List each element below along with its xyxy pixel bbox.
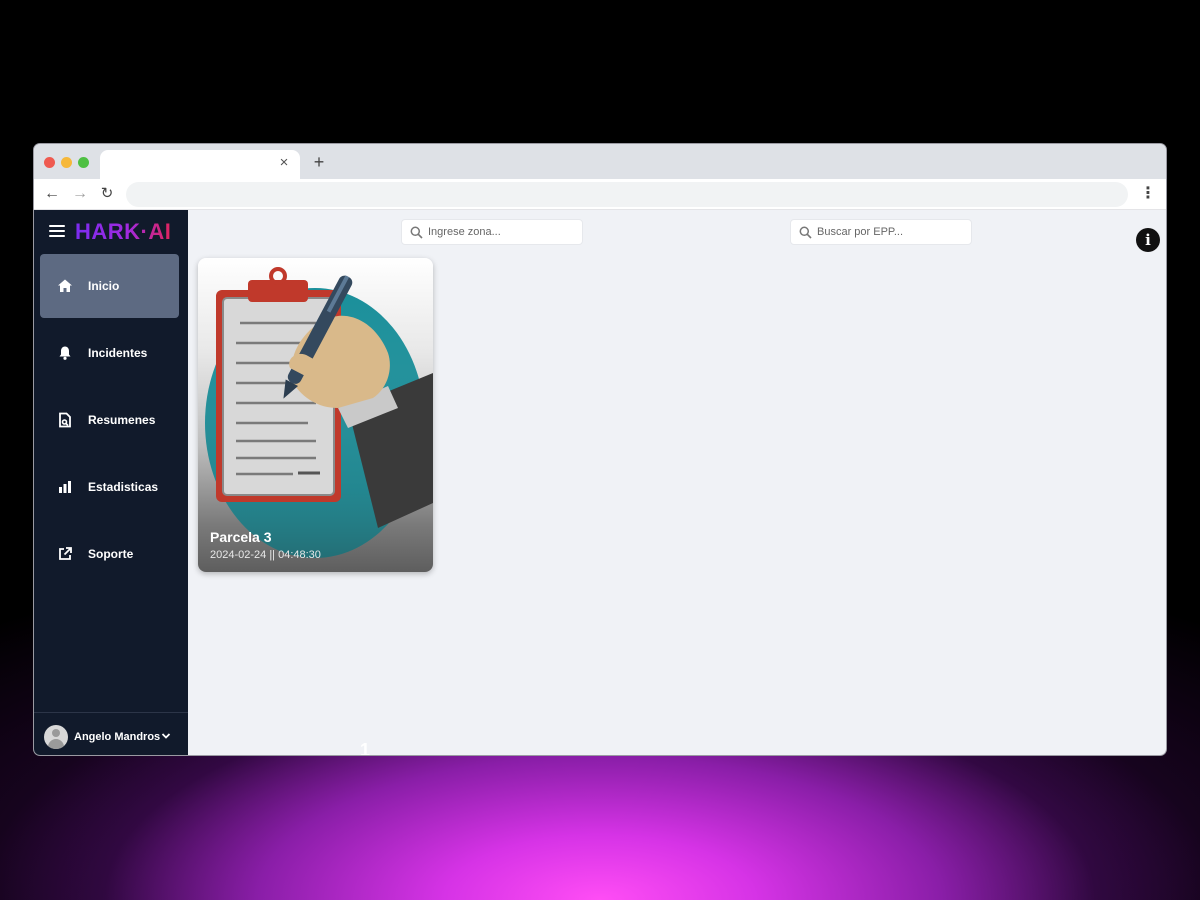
sidebar-item-label: Soporte (88, 547, 134, 561)
sidebar-item-label: Incidentes (88, 346, 148, 360)
forward-arrow-icon[interactable]: → (70, 184, 90, 204)
address-bar[interactable] (126, 182, 1128, 207)
window-maximize-dot[interactable] (78, 157, 89, 168)
browser-menu-icon[interactable]: ⋮ (1140, 184, 1156, 204)
user-avatar[interactable] (44, 725, 68, 749)
pagination-current-page[interactable]: 1 (360, 740, 370, 755)
sidebar-item-label: Inicio (88, 279, 120, 293)
epp-search-input[interactable] (817, 223, 967, 241)
back-arrow-icon[interactable]: ← (42, 184, 62, 204)
search-icon (410, 226, 423, 239)
card-title: Parcela 3 (210, 529, 272, 545)
main-content: i (188, 210, 1166, 755)
zone-card[interactable]: Parcela 3 2024-02-24 || 04:48:30 (198, 258, 433, 572)
clipboard-signing-illustration (205, 267, 433, 558)
sidebar-item-label: Estadisticas (88, 480, 159, 494)
external-link-icon (59, 547, 72, 560)
new-tab-icon[interactable]: + (310, 152, 328, 172)
home-icon (58, 279, 72, 292)
epp-search-field[interactable] (790, 219, 972, 245)
hamburger-menu-icon[interactable] (49, 224, 65, 238)
chevron-down-icon[interactable] (160, 729, 172, 743)
reload-icon[interactable]: ↻ (97, 184, 117, 204)
bar-chart-icon (59, 481, 71, 493)
card-timestamp: 2024-02-24 || 04:48:30 (210, 549, 321, 561)
user-name[interactable]: Angelo Mandros (74, 730, 160, 744)
zona-search-input[interactable] (428, 223, 578, 241)
browser-tab-bar: × + (34, 144, 1166, 179)
tab-close-icon[interactable]: × (276, 154, 292, 172)
sidebar-item-label: Resumenes (88, 413, 156, 427)
browser-toolbar: ← → ↻ ⋮ (34, 179, 1166, 210)
browser-tab[interactable]: × (100, 150, 300, 179)
window-close-dot[interactable] (44, 157, 55, 168)
sidebar-item-incidentes[interactable]: Incidentes (40, 321, 179, 385)
info-icon[interactable]: i (1136, 228, 1160, 252)
browser-window: × + ← → ↻ ⋮ HARK·AI Inicio Incidentes Re… (34, 144, 1166, 755)
sidebar-item-estadisticas[interactable]: Estadisticas (40, 455, 179, 519)
sidebar-item-inicio[interactable]: Inicio (40, 254, 179, 318)
sidebar-header: HARK·AI (34, 210, 188, 254)
zona-search-field[interactable] (401, 219, 583, 245)
bell-icon (59, 346, 71, 360)
app-logo: HARK·AI (75, 219, 172, 244)
sidebar-item-resumenes[interactable]: Resumenes (40, 388, 179, 452)
sidebar: HARK·AI Inicio Incidentes Resumenes Esta… (34, 210, 188, 755)
sidebar-divider (34, 712, 188, 713)
search-icon (799, 226, 812, 239)
window-minimize-dot[interactable] (61, 157, 72, 168)
sidebar-item-soporte[interactable]: Soporte (40, 522, 179, 586)
document-icon (59, 412, 71, 428)
